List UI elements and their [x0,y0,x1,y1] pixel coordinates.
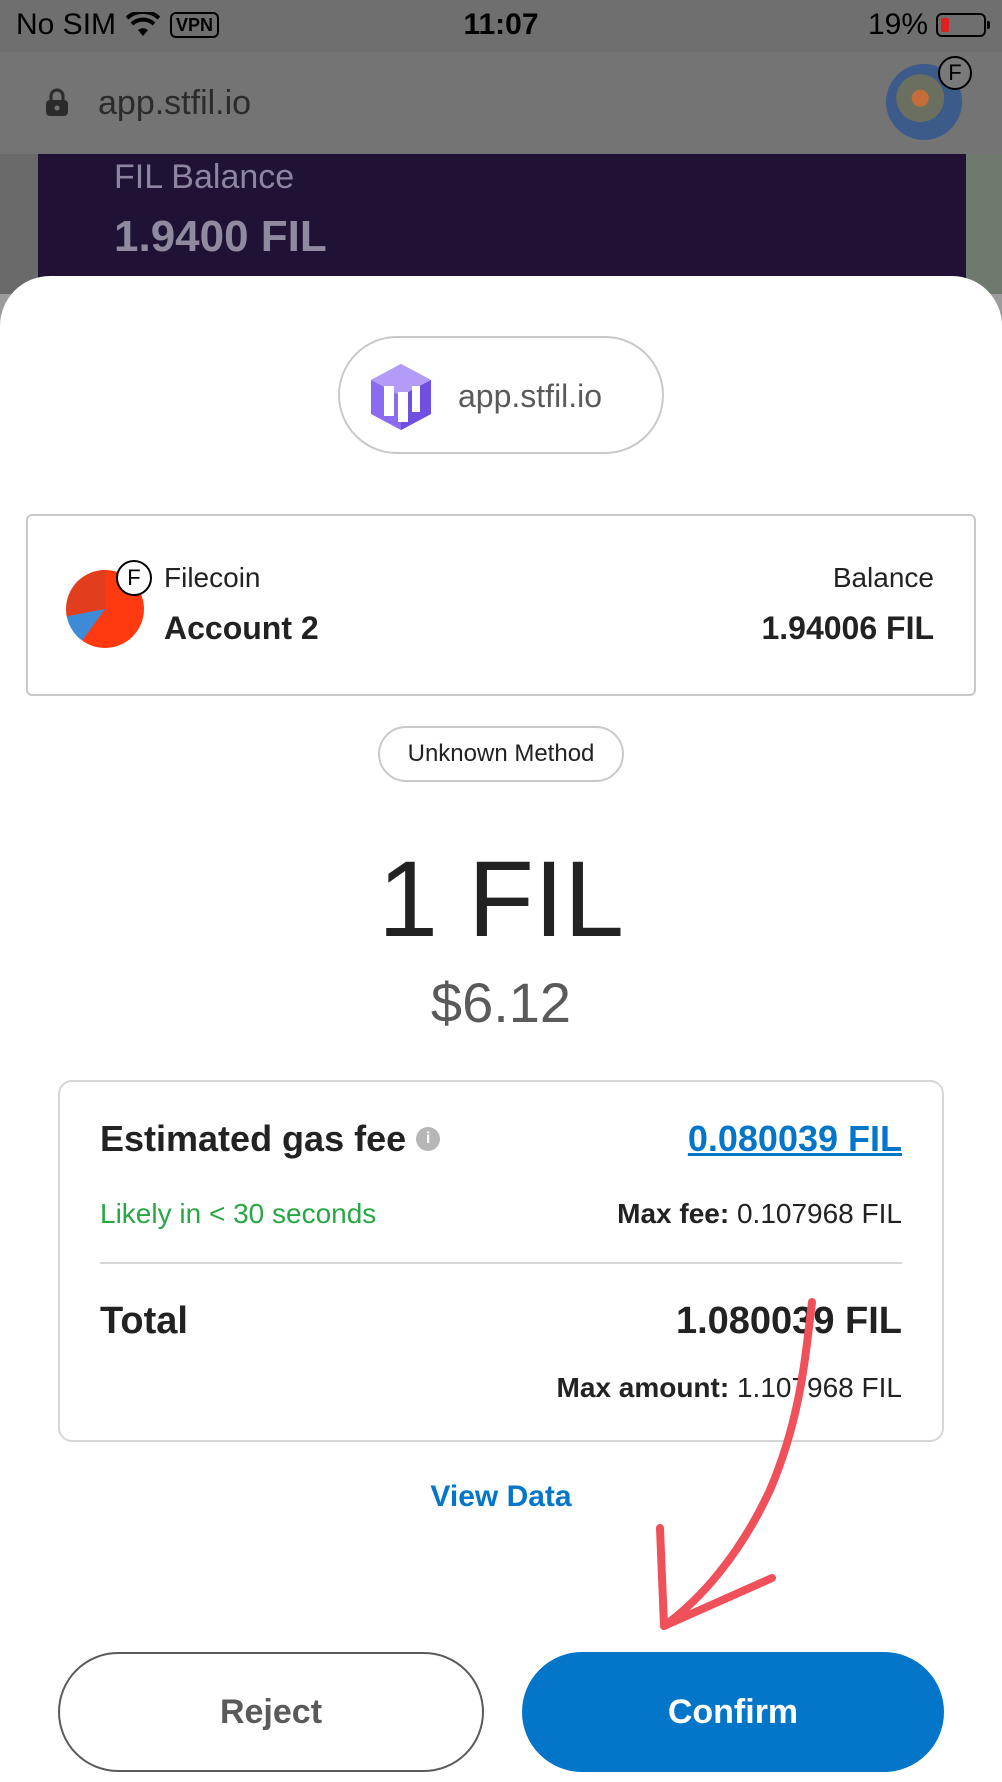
status-bar: No SIM VPN 11:07 19% [0,0,1002,52]
view-data-link[interactable]: View Data [0,1480,1002,1514]
status-time: 11:07 [463,8,539,41]
battery-percent: 19% [867,8,928,41]
max-amount-value: 1.107968 FIL [736,1372,902,1403]
battery-icon [936,13,990,37]
max-fee-value: 0.107968 FIL [736,1198,902,1229]
fee-label: Estimated gas fee [100,1118,407,1159]
total-value: 1.080039 FIL [675,1300,902,1342]
account-avatar-button[interactable]: F [886,56,972,140]
fiat-amount: $6.12 [430,971,572,1034]
method-badge: Unknown Method [378,726,624,782]
browser-url-bar[interactable]: app.stfil.io F [0,52,1002,154]
network-badge: F [116,560,152,596]
background-edge-right [966,154,1002,294]
fee-label-row: Estimated gas fee i [100,1118,441,1160]
background-edge-left [0,154,38,294]
account-box: F Filecoin Account 2 Balance 1.94006 FIL [26,514,976,696]
reject-button[interactable]: Reject [58,1652,484,1772]
stfil-logo-icon [371,364,431,430]
gas-fee-link[interactable]: 0.080039 FIL [688,1118,902,1160]
fee-card: Estimated gas fee i 0.080039 FIL Likely … [58,1080,944,1442]
fee-time-estimate: Likely in < 30 seconds [100,1198,377,1229]
max-fee: Max fee: 0.107968 FIL [617,1198,902,1230]
account-badge: F [938,56,972,90]
url-text[interactable]: app.stfil.io [98,84,251,123]
max-fee-label: Max fee: [617,1198,730,1229]
confirm-button[interactable]: Confirm [522,1652,944,1772]
account-network: Filecoin [164,562,261,593]
lock-icon [46,88,68,116]
origin-pill: app.stfil.io [338,336,664,454]
balance-label: Balance [832,562,934,593]
origin-text: app.stfil.io [458,378,603,414]
max-amount: Max amount: 1.107968 FIL [557,1372,903,1404]
account-name: Account 2 [164,610,319,646]
send-amount: 1 FIL [377,838,625,959]
total-label: Total [100,1300,188,1342]
fee-divider [100,1262,902,1264]
background-balance-value: 1.9400 FIL [114,212,327,261]
balance-value: 1.94006 FIL [761,610,934,646]
info-icon[interactable]: i [416,1127,441,1151]
max-amount-label: Max amount: [556,1372,730,1403]
status-right: 19% [867,8,990,42]
background-balance-label: FIL Balance [114,158,295,196]
